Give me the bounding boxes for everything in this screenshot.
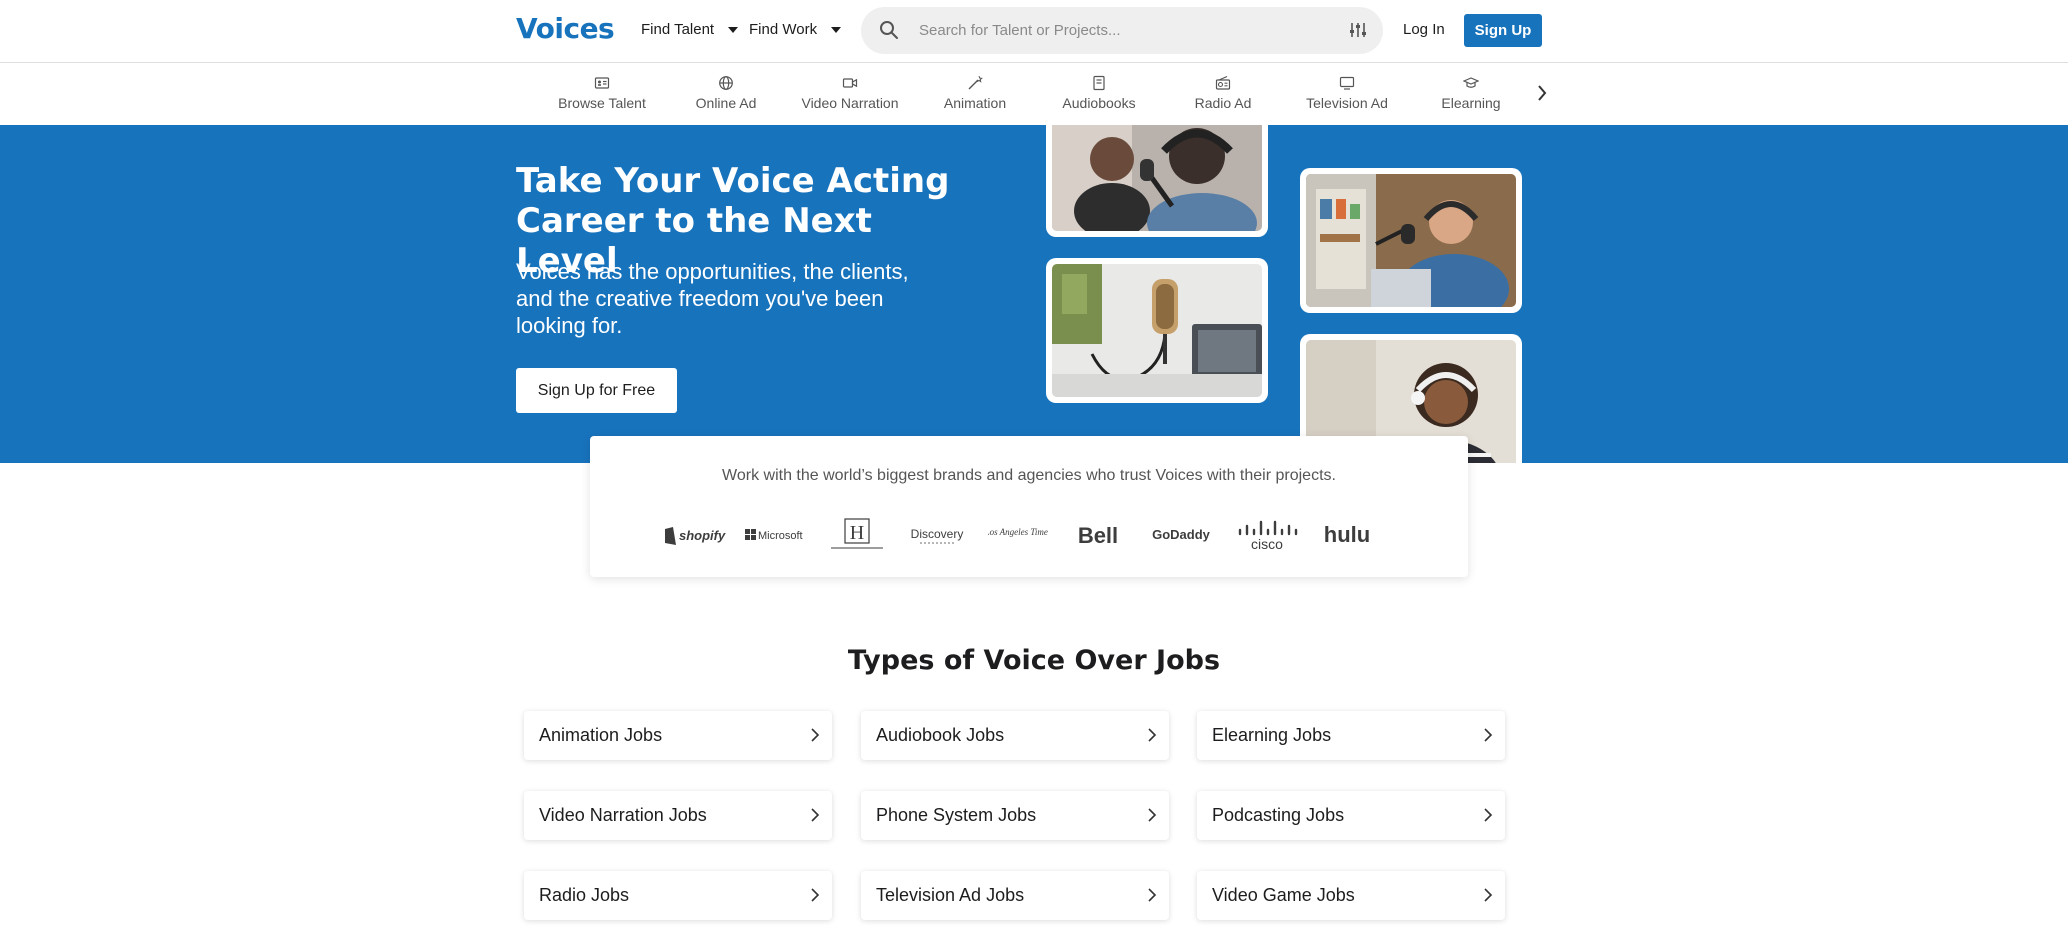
chevron-right-icon[interactable] (1534, 83, 1550, 103)
chevron-right-icon (1484, 728, 1493, 742)
login-link[interactable]: Log In (1403, 21, 1445, 38)
job-card-video-narration[interactable]: Video Narration Jobs (524, 791, 832, 840)
category-bar: Browse Talent Online Ad Video Narration … (0, 63, 2068, 125)
signup-free-button[interactable]: Sign Up for Free (516, 368, 677, 413)
job-card-radio[interactable]: Radio Jobs (524, 871, 832, 920)
search-input[interactable] (919, 7, 1319, 54)
job-card-audiobook[interactable]: Audiobook Jobs (861, 711, 1169, 760)
trusted-brands-text: Work with the world’s biggest brands and… (722, 467, 1336, 484)
job-label: Video Narration Jobs (539, 805, 707, 825)
category-radio-ad[interactable]: Radio Ad (1163, 75, 1283, 111)
voices-logo[interactable]: Voices (516, 12, 615, 45)
globe-icon (719, 76, 733, 90)
jobs-section-title: Types of Voice Over Jobs (847, 645, 1221, 676)
chevron-down-icon (831, 26, 842, 33)
job-card-elearning[interactable]: Elearning Jobs (1197, 711, 1505, 760)
svg-text:Discovery: Discovery (911, 527, 964, 541)
chevron-down-icon (728, 26, 739, 33)
job-label: Video Game Jobs (1212, 885, 1355, 905)
svg-text:cisco: cisco (1251, 536, 1283, 552)
category-elearning[interactable]: Elearning (1411, 75, 1531, 111)
trusted-brands-card: Work with the world’s biggest brands and… (590, 436, 1468, 577)
find-talent-label: Find Talent (641, 21, 715, 38)
find-work-menu[interactable]: Find Work (749, 21, 842, 38)
category-label: Online Ad (695, 95, 757, 111)
godaddy-logo: GoDaddy (1146, 518, 1216, 552)
chevron-right-icon (811, 808, 820, 822)
job-label: Phone System Jobs (876, 805, 1037, 825)
category-browse-talent[interactable]: Browse Talent (542, 75, 662, 111)
svg-text:shopify: shopify (679, 528, 726, 543)
chevron-right-icon (1484, 808, 1493, 822)
svg-text:H: H (850, 522, 864, 544)
find-talent-menu[interactable]: Find Talent (641, 21, 739, 38)
chevron-right-icon (1148, 808, 1157, 822)
category-label: Radio Ad (1194, 95, 1252, 111)
discovery-logo: Discovery (904, 518, 970, 552)
category-label: Animation (943, 95, 1007, 111)
book-icon (1093, 75, 1105, 91)
video-camera-icon (842, 78, 858, 88)
chevron-right-icon (811, 888, 820, 902)
radio-icon (1215, 75, 1231, 90)
bell-logo: Bell (1068, 518, 1128, 552)
graduation-cap-icon (1463, 77, 1479, 88)
job-card-television-ad[interactable]: Television Ad Jobs (861, 871, 1169, 920)
category-label: Audiobooks (1062, 95, 1136, 111)
category-label: Video Narration (801, 95, 899, 111)
filter-sliders-icon[interactable] (1349, 21, 1367, 39)
svg-text:GoDaddy: GoDaddy (1152, 527, 1211, 542)
svg-text:Microsoft: Microsoft (758, 530, 803, 542)
la-times-logo: Los Angeles Times (988, 518, 1048, 552)
hero-banner: Take Your Voice Acting Career to the Nex… (0, 125, 2068, 463)
cisco-logo: cisco (1236, 518, 1298, 552)
job-card-video-game[interactable]: Video Game Jobs (1197, 871, 1505, 920)
hero-photo-man-headphones (1300, 168, 1522, 313)
hero-subtitle: Voices has the opportunities, the client… (516, 259, 909, 338)
id-card-icon (594, 77, 610, 89)
hero-photo-microphone (1046, 258, 1268, 403)
job-label: Audiobook Jobs (876, 725, 1005, 745)
category-audiobooks[interactable]: Audiobooks (1039, 75, 1159, 111)
microsoft-logo: Microsoft (744, 518, 810, 552)
job-label: Television Ad Jobs (876, 885, 1025, 905)
category-animation[interactable]: Animation (915, 75, 1035, 111)
chevron-right-icon (811, 728, 820, 742)
category-video-narration[interactable]: Video Narration (790, 75, 910, 111)
search-icon[interactable] (879, 20, 899, 40)
job-card-animation[interactable]: Animation Jobs (524, 711, 832, 760)
job-label: Radio Jobs (539, 885, 630, 905)
find-work-label: Find Work (749, 21, 818, 38)
chevron-right-icon (1148, 728, 1157, 742)
category-label: Browse Talent (558, 95, 646, 111)
job-card-phone-system[interactable]: Phone System Jobs (861, 791, 1169, 840)
category-television-ad[interactable]: Television Ad (1287, 75, 1407, 111)
category-label: Television Ad (1306, 95, 1388, 111)
magic-wand-icon (968, 75, 983, 90)
chevron-right-icon (1148, 888, 1157, 902)
job-card-podcasting[interactable]: Podcasting Jobs (1197, 791, 1505, 840)
job-label: Animation Jobs (539, 725, 663, 745)
category-online-ad[interactable]: Online Ad (666, 75, 786, 111)
shopify-logo: shopify (663, 518, 729, 552)
history-channel-logo: H (827, 518, 887, 552)
search-bar (861, 7, 1383, 54)
svg-text:hulu: hulu (1324, 522, 1370, 547)
tv-icon (1339, 76, 1355, 90)
svg-text:Los Angeles Times: Los Angeles Times (988, 527, 1048, 537)
signup-button[interactable]: Sign Up (1464, 14, 1542, 47)
category-label: Elearning (1441, 95, 1501, 111)
chevron-right-icon (1484, 888, 1493, 902)
job-label: Elearning Jobs (1212, 725, 1332, 745)
top-header: Voices Find Talent Find Work Log In Sign… (0, 0, 2068, 63)
hero-photo-podcast (1046, 125, 1268, 237)
job-label: Podcasting Jobs (1212, 805, 1345, 825)
hulu-logo: hulu (1316, 518, 1378, 552)
svg-text:Bell: Bell (1078, 523, 1118, 548)
